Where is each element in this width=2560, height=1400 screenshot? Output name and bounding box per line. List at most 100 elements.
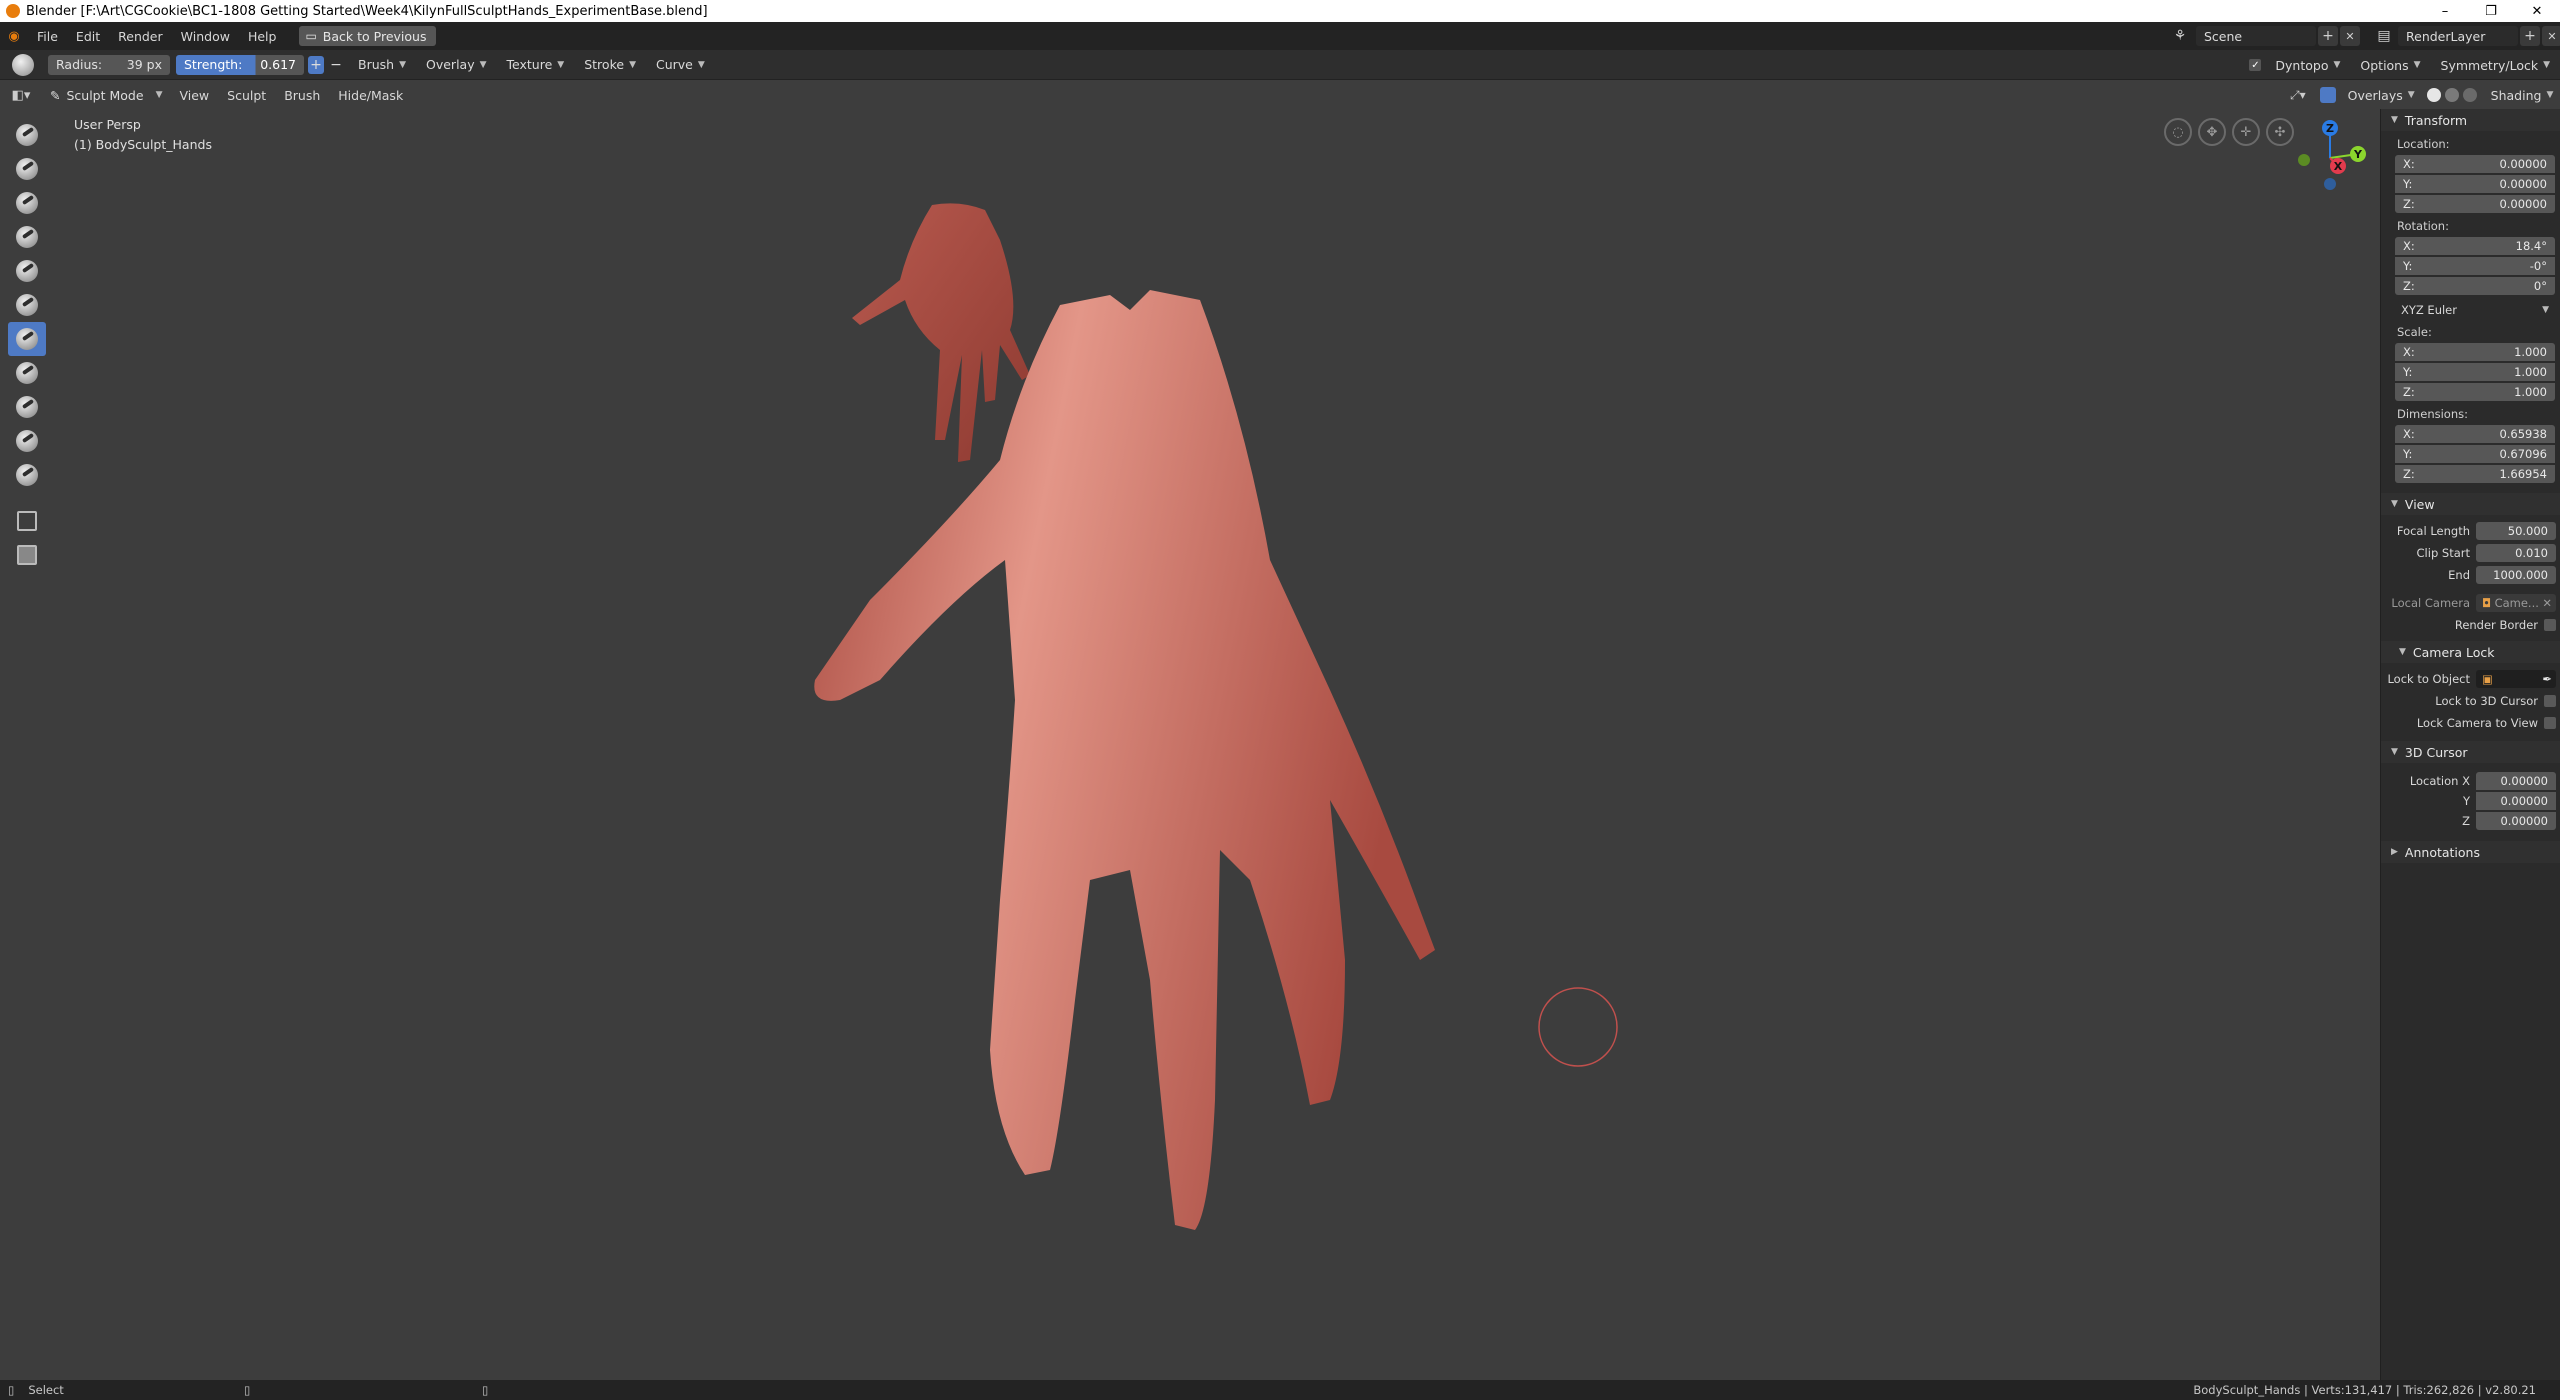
sculpt-toolbar	[8, 118, 50, 572]
mouse-right-icon: ▯	[482, 1383, 489, 1397]
rotation-y-field[interactable]: Y: -0° 🔓︎	[2395, 257, 2555, 275]
lock-to-cursor-row: Lock to 3D Cursor	[2381, 691, 2560, 711]
transform-panel-header[interactable]: ▼ Transform	[2381, 109, 2560, 131]
eyedropper-icon[interactable]: ✒	[2542, 672, 2552, 686]
focal-length-field[interactable]: 50.000	[2476, 522, 2556, 540]
expand-triangle-icon: ▼	[2399, 647, 2406, 657]
location-x-field[interactable]: X: 0.00000 🔓︎	[2395, 155, 2555, 173]
axis-label: Z:	[2403, 385, 2415, 399]
tool-rotate[interactable]	[8, 458, 46, 492]
lock-to-object-label: Lock to Object	[2387, 672, 2470, 686]
large-hand-mesh	[814, 290, 1435, 1230]
clip-end-label: End	[2448, 568, 2470, 582]
minimize-button[interactable]: –	[2422, 0, 2468, 22]
camera-lock-panel-header[interactable]: ▼ Camera Lock	[2381, 641, 2560, 663]
scale-x-field[interactable]: X: 1.000 🔓︎	[2395, 343, 2555, 361]
cursor-z-field[interactable]: 0.00000	[2476, 812, 2556, 830]
axis-label: Y:	[2403, 447, 2413, 461]
symmetry-label: Symmetry/Lock	[2440, 57, 2539, 73]
symmetry-menu[interactable]: Symmetry/Lock ▼	[2435, 55, 2556, 75]
clip-start-field[interactable]: 0.010	[2476, 544, 2556, 562]
tool-nudge[interactable]	[8, 424, 46, 458]
scale-y-value: 1.000	[2514, 365, 2547, 379]
location-y-field[interactable]: Y: 0.00000 🔓︎	[2395, 175, 2555, 193]
view-top-icon[interactable]: ◌	[2164, 118, 2192, 146]
smooth-brush-icon	[16, 260, 38, 282]
lock-to-cursor-checkbox[interactable]	[2544, 695, 2556, 707]
axis-gizmo[interactable]: Z Y X	[2290, 118, 2370, 198]
toolbar-separator	[8, 492, 50, 504]
render-layer-field[interactable]: RenderLayer	[2398, 26, 2518, 46]
tool-crease[interactable]	[8, 186, 46, 220]
render-border-row: Render Border	[2381, 615, 2560, 635]
grab-brush-icon	[16, 328, 38, 350]
new-render-layer-button[interactable]: +	[2520, 26, 2540, 46]
gizmo-x-axis[interactable]: X	[2330, 158, 2346, 174]
status-bar: ▯ Select ▯ ▯ BodySculpt_Hands | Verts:13…	[0, 1380, 2560, 1400]
dimensions-z-field[interactable]: Z: 1.66954	[2395, 465, 2555, 483]
tool-thumb[interactable]	[8, 390, 46, 424]
clear-icon[interactable]: ✕	[2542, 596, 2552, 610]
axis-label: Z:	[2403, 279, 2415, 293]
clip-end-field[interactable]: 1000.000	[2476, 566, 2556, 584]
expand-triangle-icon: ▼	[2391, 747, 2398, 757]
dimensions-y-field[interactable]: Y: 0.67096	[2395, 445, 2555, 463]
mouse-left-icon: ▯	[8, 1383, 15, 1397]
cursor-y-label: Y	[2462, 794, 2470, 808]
clip-start-row: Clip Start 0.010	[2381, 543, 2560, 563]
shading-solid-icon[interactable]	[2426, 88, 2441, 102]
scale-x-value: 1.000	[2514, 345, 2547, 359]
axis-label: Y:	[2403, 365, 2413, 379]
maximize-button[interactable]: ❐	[2468, 0, 2514, 22]
rotation-mode-select[interactable]: XYZ Euler ▼	[2395, 301, 2555, 319]
viewport-canvas[interactable]	[0, 0, 2380, 1380]
tool-box-mask[interactable]	[8, 504, 46, 538]
tool-blob[interactable]	[8, 220, 46, 254]
tool-flatten[interactable]	[8, 288, 46, 322]
rotation-x-value: 18.4°	[2515, 239, 2547, 253]
tool-draw[interactable]	[8, 118, 46, 152]
location-z-field[interactable]: Z: 0.00000 🔓︎	[2395, 195, 2555, 213]
scale-z-field[interactable]: Z: 1.000 🔓︎	[2395, 383, 2555, 401]
snake-hook-brush-icon	[16, 362, 38, 384]
cursor-x-field[interactable]: 0.00000	[2476, 772, 2556, 790]
render-border-checkbox[interactable]	[2544, 619, 2556, 631]
rotation-x-field[interactable]: X: 18.4° 🔓︎	[2395, 237, 2555, 255]
shading-rendered-icon[interactable]	[2462, 88, 2477, 102]
axis-label: Z:	[2403, 467, 2415, 481]
rotation-y-value: -0°	[2529, 259, 2547, 273]
tool-grab[interactable]	[8, 322, 46, 356]
tool-smooth[interactable]	[8, 254, 46, 288]
cursor-y-field[interactable]: 0.00000	[2476, 792, 2556, 810]
gizmo-y-axis[interactable]: Y	[2350, 146, 2366, 162]
expand-triangle-icon: ▼	[2391, 499, 2398, 509]
rotation-mode-value: XYZ Euler	[2401, 303, 2457, 317]
shading-material-icon[interactable]	[2444, 88, 2459, 102]
tool-box-hide[interactable]	[8, 538, 46, 572]
cursor-panel-header[interactable]: ▼ 3D Cursor	[2381, 741, 2560, 763]
focal-length-row: Focal Length 50.000	[2381, 521, 2560, 541]
lock-to-object-field[interactable]: ▣ ✒	[2476, 670, 2556, 688]
annotations-panel-header[interactable]: ▶ Annotations	[2381, 841, 2560, 863]
camera-lock-title: Camera Lock	[2412, 644, 2495, 660]
tool-snake-hook[interactable]	[8, 356, 46, 390]
view-front-icon[interactable]: ✥	[2198, 118, 2226, 146]
blob-brush-icon	[16, 226, 38, 248]
gizmo-neg-y-dot[interactable]	[2298, 154, 2310, 166]
scale-y-field[interactable]: Y: 1.000 🔓︎	[2395, 363, 2555, 381]
mouse-middle-icon: ▯	[244, 1383, 251, 1397]
gizmo-neg-z-dot[interactable]	[2324, 178, 2336, 190]
annotations-title: Annotations	[2404, 844, 2480, 860]
lock-camera-checkbox[interactable]	[2544, 717, 2556, 729]
tool-clay[interactable]	[8, 152, 46, 186]
view-panel-header[interactable]: ▼ View	[2381, 493, 2560, 515]
local-camera-field[interactable]: ◘ Came... ✕	[2476, 594, 2556, 612]
rotation-z-field[interactable]: Z: 0° 🔓︎	[2395, 277, 2555, 295]
delete-render-layer-button[interactable]: ✕	[2542, 26, 2560, 46]
box-hide-icon	[17, 545, 37, 565]
close-button[interactable]: ✕	[2514, 0, 2560, 22]
shading-menu[interactable]: Shading ▼	[2485, 85, 2560, 105]
dimensions-x-field[interactable]: X: 0.65938	[2395, 425, 2555, 443]
view-side-icon[interactable]: ✛	[2232, 118, 2260, 146]
gizmo-z-axis[interactable]: Z	[2322, 120, 2338, 136]
